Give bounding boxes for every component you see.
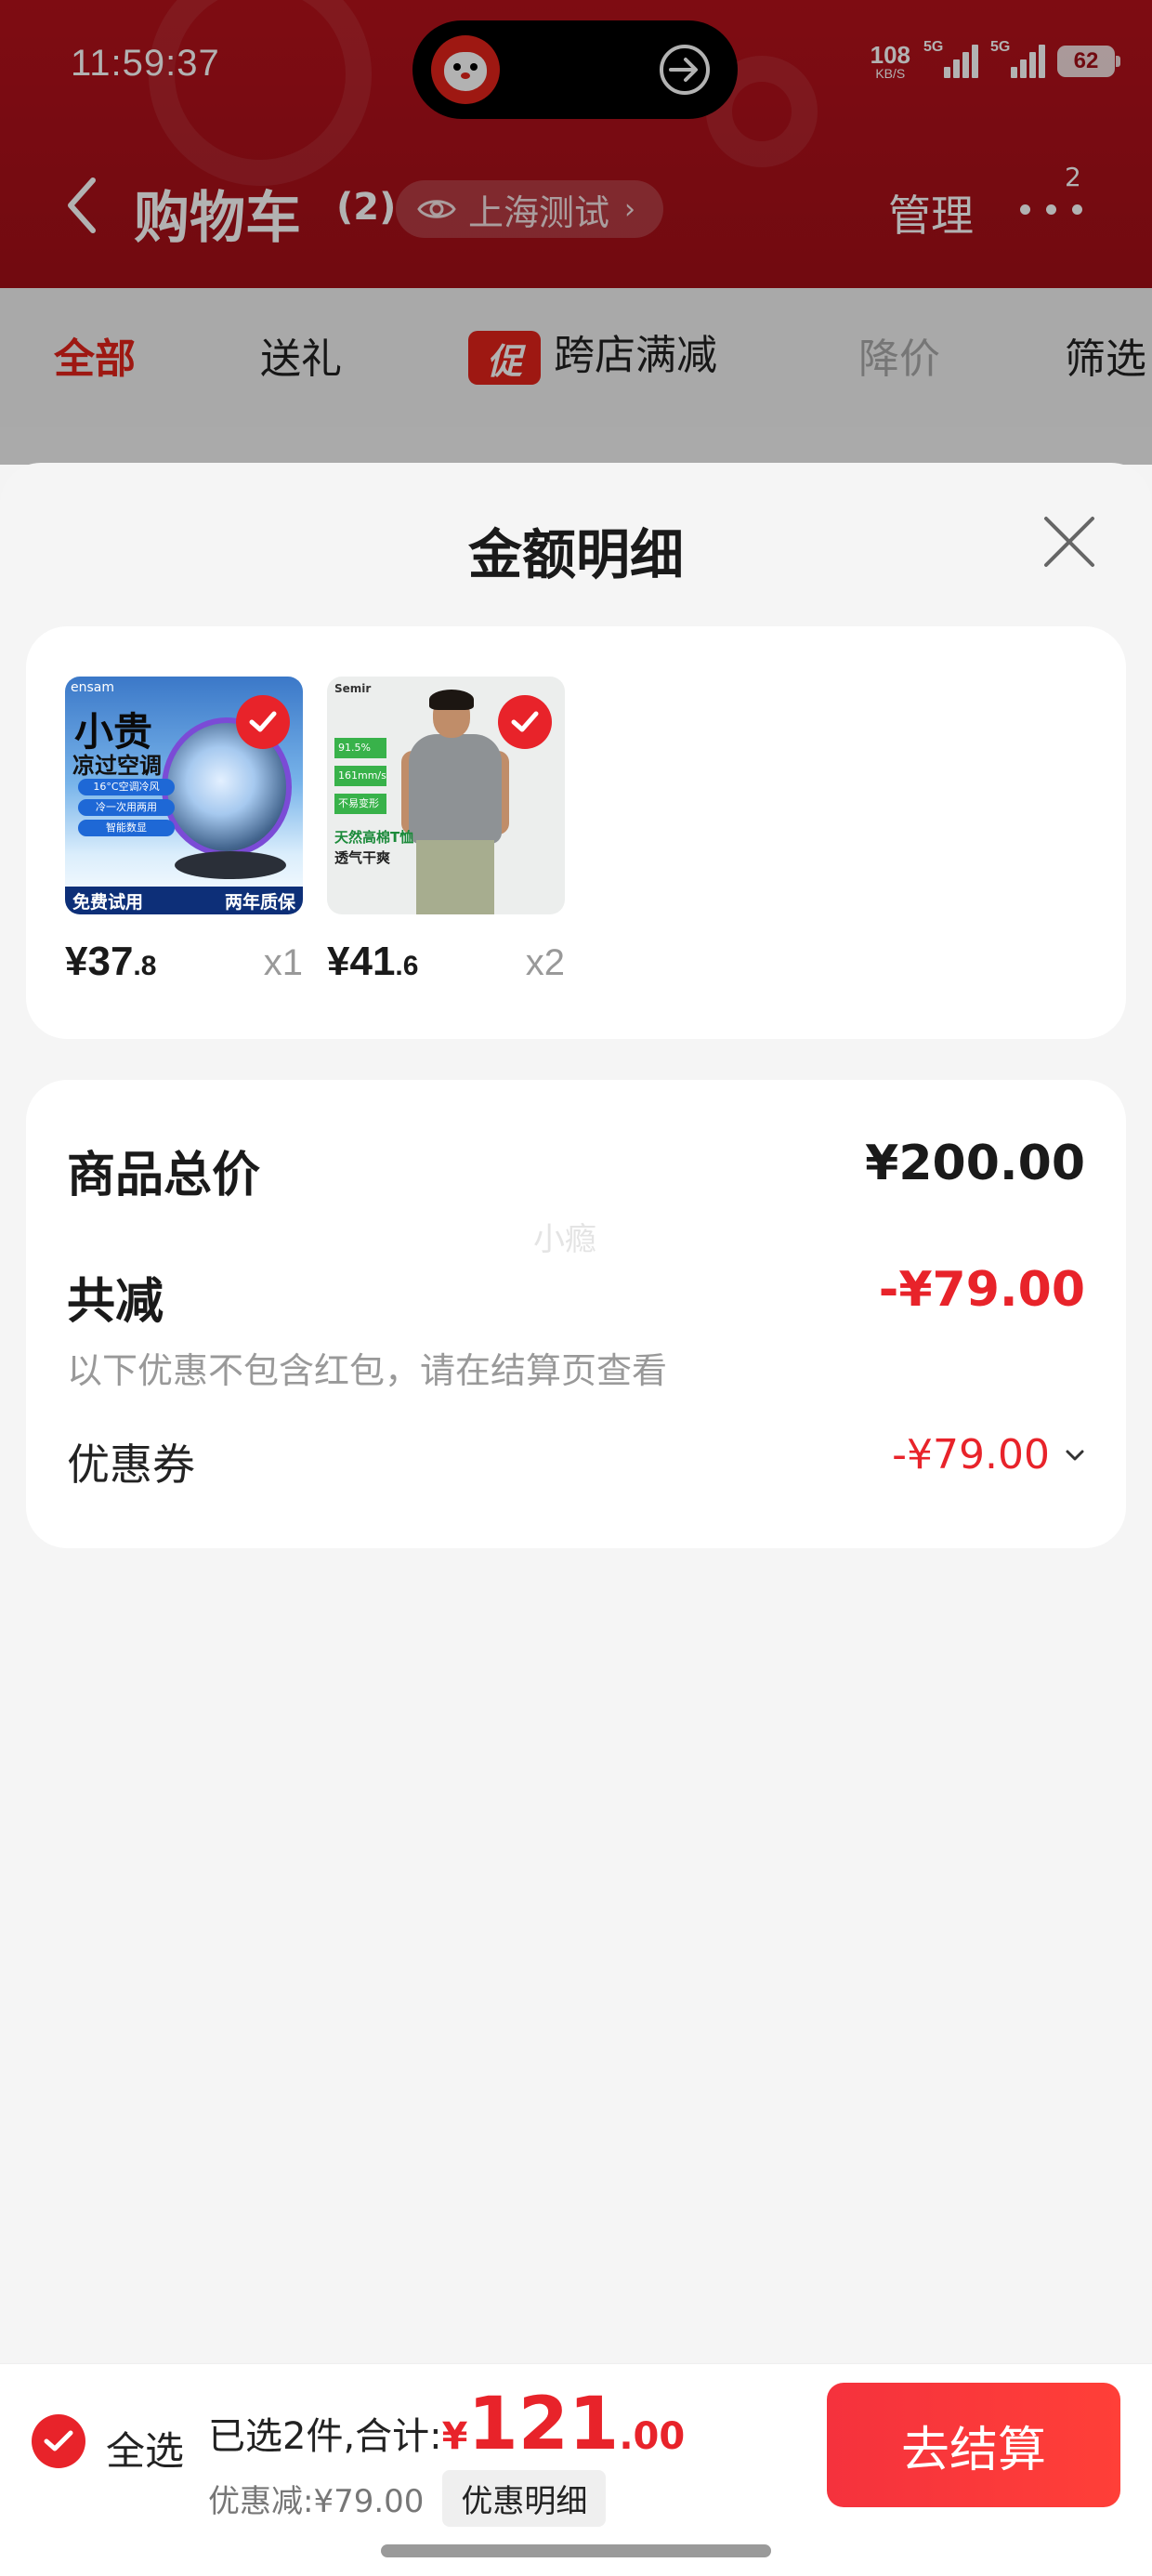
product-item[interactable]: Semir 91.5% 161mm/s 不易变形 天然高棉T恤 透气干爽 ¥41… [327, 677, 565, 984]
price-summary-card: 小瘾 商品总价 ¥200.00 共减 -¥79.00 以下优惠不包含红包，请在结… [26, 1080, 1126, 1548]
coupon-value: -¥79.00 [892, 1431, 1050, 1479]
product-image: ensam 小贵 凉过空调 16°C空调冷风 冷一次用两用 智能数显 免费试用 … [65, 677, 303, 914]
product-quantity: x1 [263, 942, 303, 983]
selected-count-text: 已选2件,合计: [208, 2415, 442, 2458]
total-decimal: .00 [619, 2415, 686, 2458]
total-price-label: 商品总价 [67, 1148, 261, 1203]
discount-summary: 优惠减:¥79.00 优惠明细 [208, 2470, 607, 2527]
checked-icon[interactable] [498, 695, 552, 749]
product-price: ¥37.8 [65, 939, 157, 984]
checkout-button[interactable]: 去结算 [827, 2383, 1120, 2507]
amount-detail-sheet: 金额明细 ensam 小贵 凉过空调 16°C空调冷风 冷一次用两用 智能数显 … [0, 463, 1152, 2363]
discount-detail-button[interactable]: 优惠明细 [442, 2470, 607, 2527]
checked-icon[interactable] [236, 695, 290, 749]
total-price-value: ¥200.00 [865, 1136, 1085, 1191]
total-summary: 已选2件,合计: ¥ 121 .00 [208, 2388, 685, 2461]
currency-symbol: ¥ [441, 2415, 468, 2458]
product-image: Semir 91.5% 161mm/s 不易变形 天然高棉T恤 透气干爽 [327, 677, 565, 914]
coupon-row[interactable]: -¥79.00 [892, 1431, 1085, 1479]
model-graphic [409, 734, 502, 844]
coupon-label: 优惠券 [67, 1439, 195, 1490]
close-icon[interactable] [1041, 513, 1098, 571]
total-integer: 121 [467, 2383, 620, 2466]
product-item[interactable]: ensam 小贵 凉过空调 16°C空调冷风 冷一次用两用 智能数显 免费试用 … [65, 677, 303, 984]
home-indicator[interactable] [381, 2544, 771, 2557]
product-quantity: x2 [525, 942, 565, 983]
modal-overlay[interactable] [0, 0, 1152, 465]
total-reduce-value: -¥79.00 [878, 1262, 1085, 1318]
product-price: ¥41.6 [327, 939, 419, 984]
select-all-checkbox[interactable] [32, 2414, 85, 2468]
selected-products-card: ensam 小贵 凉过空调 16°C空调冷风 冷一次用两用 智能数显 免费试用 … [26, 626, 1126, 1039]
discount-text: 优惠减:¥79.00 [208, 2483, 425, 2520]
checkout-bar: 全选 已选2件,合计: ¥ 121 .00 优惠减:¥79.00 优惠明细 去结… [0, 2363, 1152, 2576]
chevron-down-icon [1066, 1450, 1084, 1460]
discount-note: 以下优惠不包含红包，请在结算页查看 [67, 1350, 668, 1391]
sheet-title: 金额明细 [467, 523, 684, 586]
select-all-label[interactable]: 全选 [106, 2420, 184, 2477]
watermark: 小瘾 [533, 1221, 596, 1258]
total-reduce-label: 共减 [67, 1274, 164, 1330]
